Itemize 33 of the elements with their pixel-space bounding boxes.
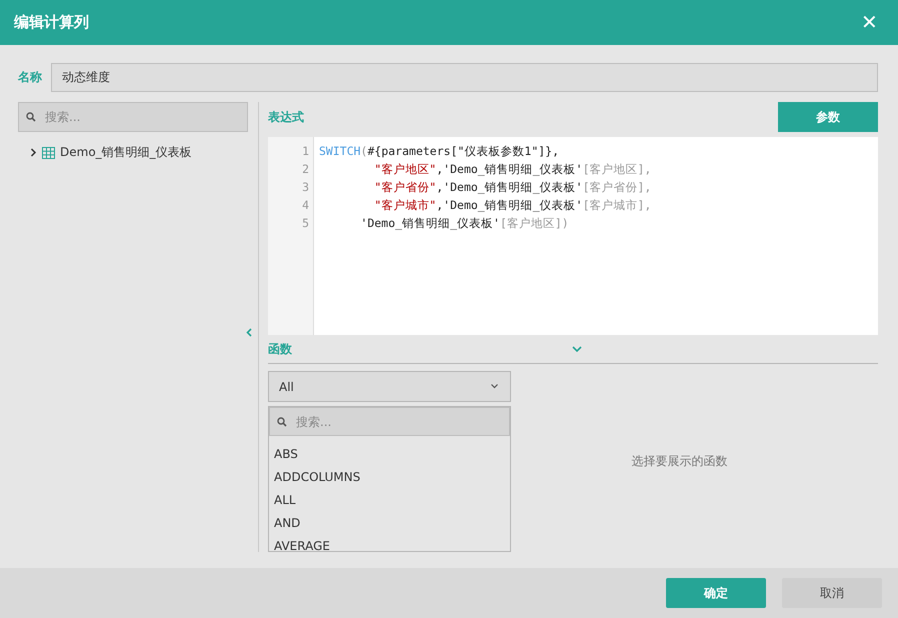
code-line: "客户城市",'Demo_销售明细_仪表板'[客户城市],: [373, 197, 652, 214]
function-item[interactable]: AVERAGE: [269, 535, 510, 551]
caret-icon: [491, 384, 498, 389]
search-icon: [277, 416, 287, 426]
line-number: 4: [301, 197, 310, 214]
code-line: "客户省份",'Demo_销售明细_仪表板'[客户省份],: [373, 179, 652, 196]
search-icon: [26, 112, 36, 122]
collapse-icon[interactable]: [246, 328, 252, 337]
line-number: 1: [301, 143, 310, 160]
search-field[interactable]: 搜索...: [269, 407, 510, 436]
line-number: 3: [301, 179, 310, 196]
cancel-button[interactable]: 取消: [782, 578, 882, 608]
line-number: 5: [301, 215, 310, 232]
tree-item[interactable]: Demo_销售明细_仪表板: [30, 144, 192, 161]
function-item[interactable]: AND: [269, 512, 510, 535]
search-field[interactable]: 搜索...: [18, 102, 248, 132]
code-editor[interactable]: 1 2 3 4 5 SWITCH(#{parameters["仪表板参数1"]}, "客户地区",'Demo_销售明细_仪表板'[客户地区], "客户省份",'Demo_销售明细_仪表板'[客户省份], "客户城市",'Demo_销售明细_仪表板'[客户城市], 'Demo_销售明细_仪表板'[客户地区]): [268, 137, 878, 336]
name-label: 名称: [18, 69, 42, 86]
functions-label: 函数: [268, 340, 292, 358]
chevron-down-icon[interactable]: [572, 346, 582, 353]
dialog-title: 编辑计算列: [14, 13, 89, 32]
function-item[interactable]: ABS: [269, 443, 510, 466]
table-icon: [42, 146, 55, 158]
code-line: 'Demo_销售明细_仪表板'[客户地区]): [360, 215, 570, 232]
code-line: "客户地区",'Demo_销售明细_仪表板'[客户地区],: [373, 161, 652, 178]
category-dropdown[interactable]: All: [268, 371, 511, 402]
code-line: SWITCH(#{parameters["仪表板参数1"]},: [319, 143, 560, 160]
function-item[interactable]: ALL: [269, 489, 510, 512]
function-item[interactable]: ADDCOLUMNS: [269, 466, 510, 489]
name-field[interactable]: 动态维度: [51, 63, 878, 92]
function-hint: 选择要展示的函数: [632, 453, 728, 470]
expression-label: 表达式: [268, 108, 304, 126]
line-number: 2: [301, 161, 310, 178]
